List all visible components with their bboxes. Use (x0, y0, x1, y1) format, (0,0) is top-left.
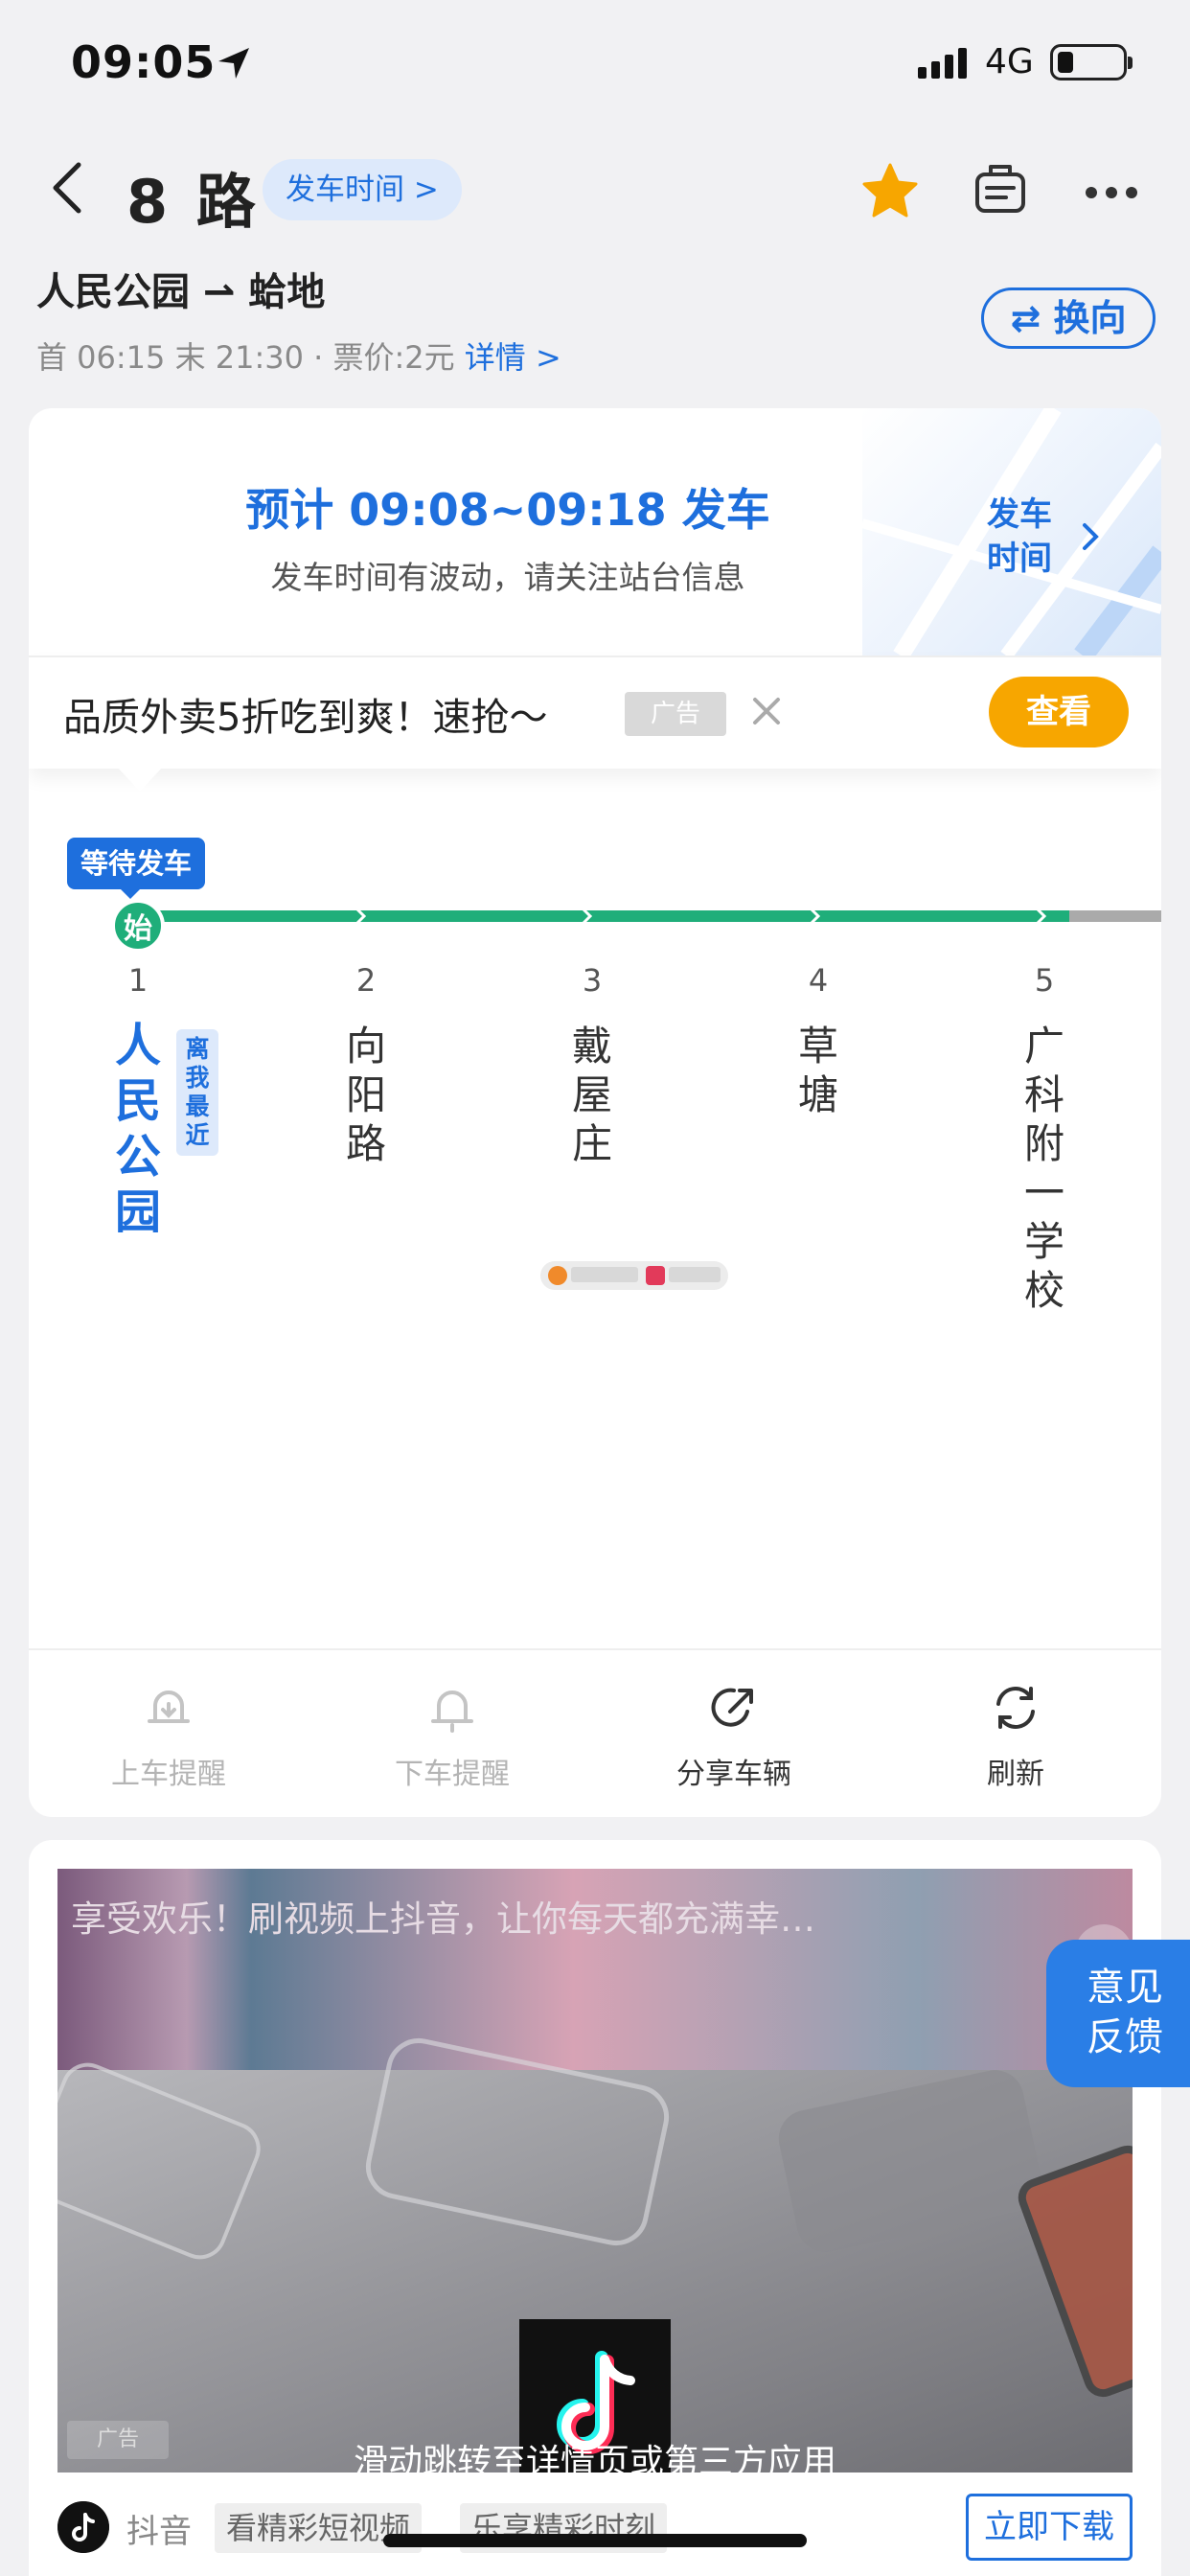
route-card: 预计 09:08~09:18 发车 发车时间有波动，请关注站台信息 发车 时间 … (29, 408, 1161, 1817)
video-ad[interactable]: 享受欢乐！刷视频上抖音，让你每天都充满幸… 广告 滑动跳转至详情页或第三方应用 (57, 1869, 1133, 2472)
ad-banner-text[interactable]: 品质外卖5折吃到爽！速抢～ (63, 686, 547, 742)
location-arrow-icon (218, 48, 249, 79)
stop-number: 5 (1034, 962, 1055, 999)
nearest-stop-tag: 离我最近 (176, 1029, 218, 1156)
ad-label: 广告 (625, 692, 726, 736)
board-reminder-button[interactable]: 上车提醒 (73, 1679, 264, 1792)
stop-name[interactable]: 草塘 (790, 1022, 847, 1119)
stop-name[interactable]: 戴屋庄 (563, 1022, 621, 1168)
start-station-marker: 始 (111, 899, 165, 953)
share-vehicle-label: 分享车辆 (676, 1758, 791, 1791)
favorite-star-icon[interactable] (860, 161, 920, 220)
waiting-status-badge: 等待发车 (67, 838, 206, 889)
feedback-button[interactable]: 意见 反馈 (1046, 1940, 1190, 2087)
sponsor-logos (540, 1261, 728, 1290)
reverse-direction-button[interactable]: ⇄ 换向 (981, 288, 1156, 349)
stop-number: 4 (808, 962, 829, 999)
departure-schedule-chip[interactable]: 发车时间 > (263, 159, 462, 220)
departure-time-link[interactable]: 发车 时间 (987, 493, 1052, 581)
notice-icon[interactable] (972, 161, 1029, 218)
cellular-signal-icon (918, 48, 967, 79)
page-title: 8 路 (126, 167, 260, 237)
route-line (125, 905, 1161, 928)
close-icon[interactable] (747, 692, 786, 730)
network-type: 4G (985, 42, 1034, 81)
bell-alight-icon (431, 1690, 473, 1733)
alight-reminder-button[interactable]: 下车提醒 (356, 1679, 548, 1792)
refresh-icon (996, 1687, 1035, 1729)
bell-board-icon (148, 1690, 190, 1723)
battery-icon (1050, 44, 1133, 80)
share-vehicle-button[interactable]: 分享车辆 (638, 1679, 830, 1792)
download-button[interactable]: 立即下载 (966, 2494, 1133, 2561)
feedback-line1: 意见 (1087, 1966, 1163, 2010)
eta-note: 发车时间有波动，请关注站台信息 (270, 559, 745, 596)
stop-name[interactable]: 广科附一学校 (1016, 1022, 1073, 1315)
tiktok-app-icon (57, 2501, 109, 2553)
board-reminder-label: 上车提醒 (111, 1758, 226, 1791)
ad-view-button[interactable]: 查看 (989, 677, 1129, 748)
ad-pointer (117, 767, 163, 792)
advertiser-name: 抖音 (126, 2513, 192, 2551)
chevron-right-icon (1083, 523, 1099, 550)
more-icon[interactable] (1085, 186, 1138, 199)
refresh-label: 刷新 (987, 1758, 1044, 1791)
refresh-button[interactable]: 刷新 (920, 1679, 1111, 1792)
back-icon[interactable] (48, 159, 86, 217)
departure-time-link-line2: 时间 (987, 540, 1052, 578)
stop-name[interactable]: 向阳路 (337, 1022, 395, 1168)
stop-number: 3 (582, 962, 603, 999)
route-direction: 人民公园 ⇀ 蛤地 (36, 270, 326, 314)
video-ad-card: 享受欢乐！刷视频上抖音，让你每天都充满幸… 广告 滑动跳转至详情页或第三方应用 … (29, 1840, 1161, 2576)
stop-number: 2 (355, 962, 377, 999)
feedback-line2: 反馈 (1087, 2015, 1163, 2059)
eta-estimate: 预计 09:08~09:18 发车 (245, 484, 770, 536)
swipe-hint: 滑动跳转至详情页或第三方应用 (353, 2443, 836, 2472)
video-caption: 享受欢乐！刷视频上抖音，让你每天都充满幸… (71, 1898, 815, 1940)
departure-time-link-line1: 发车 (987, 495, 1052, 534)
share-icon (711, 1688, 753, 1727)
route-detail-link[interactable]: 详情 > (465, 339, 561, 376)
alight-reminder-label: 下车提醒 (395, 1758, 510, 1791)
route-meta: 首 06:15 末 21:30 · 票价:2元 详情 > (36, 334, 561, 378)
service-hours-fare: 首 06:15 末 21:30 · 票价:2元 (36, 339, 465, 376)
home-indicator[interactable] (383, 2534, 807, 2547)
status-time: 09:05 (71, 36, 217, 88)
stop-name-current[interactable]: 人民公园 (109, 1018, 167, 1240)
stop-number: 1 (127, 962, 149, 999)
